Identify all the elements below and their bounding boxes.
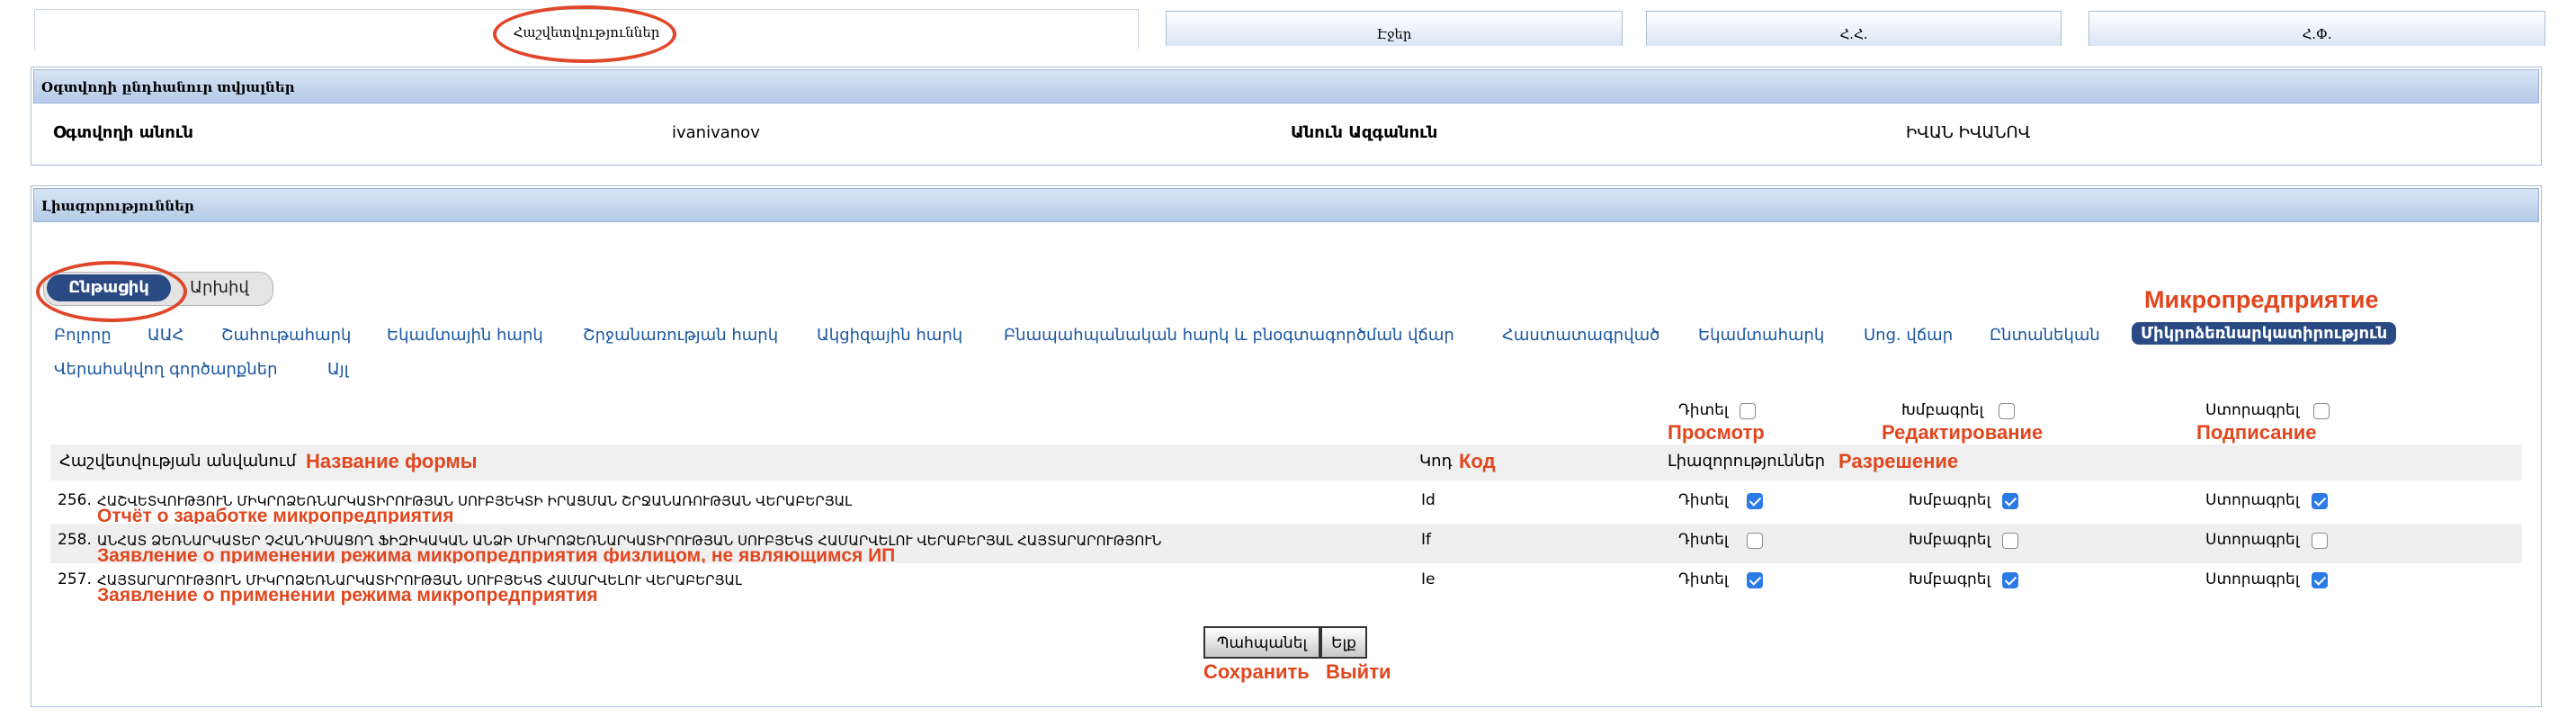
annotation-permission: Разрешение	[1838, 450, 1959, 472]
header-view-checkbox[interactable]	[1740, 403, 1756, 419]
category-social-payment[interactable]: Սոց. վճար	[1864, 326, 1953, 345]
row-sign-checkbox[interactable]	[2312, 572, 2328, 588]
fullname-value: ԻՎԱՆ ԻՎԱՆՈՎ	[1906, 123, 2031, 142]
annotation-oval-reports-tab	[493, 5, 676, 63]
table-row: 257. ՀԱՅՏԱՐԱՐՈՒԹՅՈՒՆ ՄԻԿՐՈՁԵՌՆԱՐԿԱՏԻՐՈՒԹ…	[50, 563, 2522, 606]
column-code-header: Կոդ	[1419, 452, 1453, 471]
row-edit-checkbox[interactable]	[2002, 572, 2018, 588]
exit-button[interactable]: Ելք	[1320, 626, 1367, 659]
row-number: 256.	[58, 491, 92, 509]
category-fixed[interactable]: Հաստատագրված	[1502, 326, 1659, 345]
archive-toggle-button[interactable]: Արխիվ	[174, 274, 264, 301]
row-sign-checkbox[interactable]	[2312, 533, 2328, 549]
category-income-tax[interactable]: Եկամտային հարկ	[387, 326, 543, 345]
row-number: 257.	[58, 570, 92, 588]
category-other[interactable]: Այլ	[327, 360, 349, 379]
category-family[interactable]: Ընտանեկան	[1990, 326, 2100, 345]
category-profit-tax[interactable]: Շահութահարկ	[221, 326, 351, 345]
annotation-micro: Микропредприятие	[2144, 286, 2379, 313]
row-sign-checkbox[interactable]	[2312, 493, 2328, 509]
row-ru-note: Заявление о применении режима микропредп…	[97, 585, 598, 606]
category-vat[interactable]: ԱԱՀ	[148, 326, 183, 345]
user-data-panel: Օգտվողի ընդհանուր տվյալներ Օգտվողի անուն…	[31, 67, 2542, 166]
row-view-label: Դիտել	[1678, 531, 1729, 549]
row-sign-label: Ստորագրել	[2205, 531, 2300, 549]
header-edit-label: Խմբագրել	[1901, 401, 1984, 419]
annotation-exit: Выйти	[1326, 660, 1391, 683]
annotation-form-name: Название формы	[306, 450, 478, 472]
category-all[interactable]: Բոլորը	[54, 326, 112, 345]
row-code: Ie	[1421, 570, 1436, 588]
table-row: 258. ԱՆՀԱՏ ՁԵՌՆԱՐԿԱՏԵՐ ՉՀԱՆԴԻՍԱՑՈՂ ՖԻԶԻԿ…	[50, 524, 2522, 566]
annotation-oval-active-toggle	[36, 261, 187, 322]
header-view-label: Դիտել	[1678, 401, 1729, 419]
annotation-sign: Подписание	[2196, 421, 2317, 444]
row-view-label: Դիտել	[1678, 570, 1729, 588]
tab-hp-label: Հ.Փ.	[2302, 26, 2332, 42]
annotation-code: Код	[1459, 450, 1496, 472]
tab-hh[interactable]: Հ.Հ.	[1646, 11, 2062, 46]
column-rights-header: Լիազորություններ	[1668, 452, 1826, 471]
annotation-view: Просмотр	[1668, 421, 1765, 444]
tab-pages-label: Էջեր	[1376, 26, 1412, 42]
row-sign-label: Ստորագրել	[2205, 491, 2300, 509]
header-sign-label: Ստորագրել	[2205, 401, 2300, 419]
user-data-panel-title: Օգտվողի ընդհանուր տվյալներ	[33, 69, 2539, 103]
category-personal-income-tax[interactable]: Եկամտահարկ	[1698, 326, 1824, 345]
row-edit-checkbox[interactable]	[2002, 493, 2018, 509]
row-view-checkbox[interactable]	[1747, 533, 1763, 549]
username-value: ivanivanov	[672, 123, 760, 142]
row-code: If	[1421, 531, 1431, 549]
table-row: 256. ՀԱՇՎԵՏՎՈՒԹՅՈՒՆ ՄԻԿՐՈՁԵՌՆԱՐԿԱՏԻՐՈՒԹՅ…	[50, 484, 2522, 526]
row-sign-label: Ստորագրել	[2205, 570, 2300, 588]
row-view-label: Դիտել	[1678, 491, 1729, 509]
header-sign-checkbox[interactable]	[2313, 403, 2330, 419]
row-edit-label: Խմբագրել	[1909, 570, 1991, 588]
category-excise-tax[interactable]: Ակցիզային հարկ	[817, 326, 962, 345]
tab-hp[interactable]: Հ.Փ.	[2089, 11, 2545, 46]
row-edit-label: Խմբագրել	[1909, 531, 1991, 549]
category-controlled-transactions[interactable]: Վերահսկվող գործարքներ	[54, 360, 278, 379]
row-number: 258.	[58, 531, 92, 549]
category-environmental-tax[interactable]: Բնապահպանական հարկ և բնօգտագործման վճար	[1004, 326, 1454, 345]
permissions-panel-title: Լիազորություններ	[33, 188, 2539, 222]
fullname-label: Անուն Ազգանուն	[1291, 123, 1438, 142]
category-microbusiness[interactable]: Միկրոձեռնարկատիրություն	[2132, 322, 2397, 345]
tab-pages[interactable]: Էջեր	[1166, 11, 1623, 46]
category-turnover-tax[interactable]: Շրջանառության հարկ	[583, 326, 778, 345]
row-view-checkbox[interactable]	[1747, 493, 1763, 509]
row-view-checkbox[interactable]	[1747, 572, 1763, 588]
row-edit-label: Խմբագրել	[1909, 491, 1991, 509]
annotation-save: Сохранить	[1203, 660, 1310, 683]
row-edit-checkbox[interactable]	[2002, 533, 2018, 549]
save-button[interactable]: Պահպանել	[1203, 626, 1320, 659]
username-label: Օգտվողի անուն	[53, 123, 193, 142]
tab-hh-label: Հ.Հ.	[1839, 26, 1868, 42]
annotation-edit: Редактирование	[1882, 421, 2044, 444]
row-code: Id	[1421, 491, 1436, 509]
header-edit-checkbox[interactable]	[1999, 403, 2015, 419]
column-name-header: Հաշվետվության անվանում	[59, 452, 297, 471]
